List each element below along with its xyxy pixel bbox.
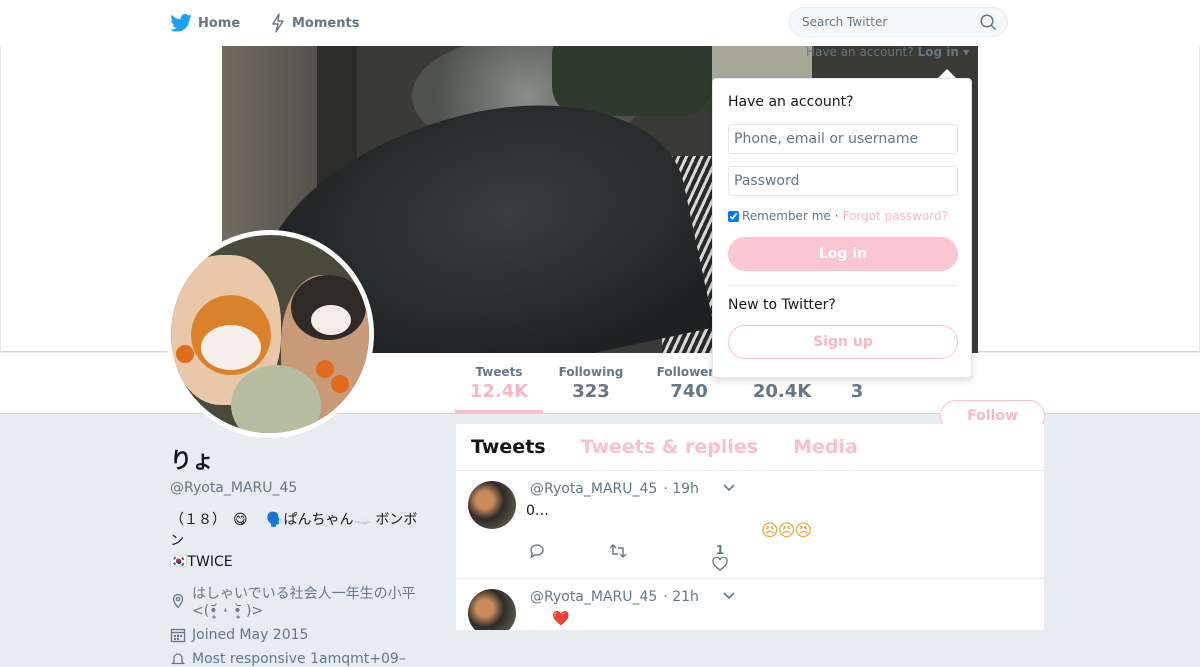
chevron-down-icon[interactable] [722,591,736,601]
caret-down-icon: ▾ [963,45,970,59]
top-navigation-bar: Home Moments [0,0,1200,47]
like-button[interactable]: 1 [712,543,728,571]
dropdown-arrow [938,69,956,78]
stat-likes-value: 20.4K [752,381,812,402]
separator-dot: · [834,209,839,223]
calendar-icon [170,628,186,643]
lightning-icon [272,13,284,33]
stat-following[interactable]: Following 323 [556,365,626,402]
twitter-bird-icon [170,14,192,32]
tab-tweets[interactable]: Tweets [471,436,546,458]
profile-location: はしゃいでいる社会人一年生の小平<(•̥̥̥᷄ ˔ •̥̥̥᷅ )> [170,583,440,619]
chevron-down-icon[interactable] [722,483,736,493]
profile-card: りょ @Ryota_MARU_45 （１８） 😋 🗣️ぱんちゃん☁️ ボンボン … [170,448,440,667]
tab-tweets-replies[interactable]: Tweets & replies [581,436,758,458]
like-count: 1 [715,543,725,557]
stat-tweets-label: Tweets [475,365,523,379]
nav-moments-label: Moments [292,15,360,31]
tweet-handle[interactable]: @Ryota_MARU_45 [530,589,657,605]
profile-location-text: はしゃいでいる社会人一年生の小平<(•̥̥̥᷄ ˔ •̥̥̥᷅ )> [192,586,416,619]
nav-home[interactable]: Home [170,0,240,46]
profile-bio-line1: （１８） 😋 🗣️ぱんちゃん☁️ ボンボン [170,512,418,549]
login-prompt: Have an account? Log in ▾ [806,45,969,59]
tweet-actions: 1 [526,543,826,571]
reply-button[interactable] [528,543,546,559]
tab-media[interactable]: Media [793,436,858,458]
search-box [789,7,1008,37]
location-pin-icon [172,593,184,609]
stat-tweets-value: 12.4K [469,381,529,402]
profile-responsive: Most responsive 1amqmt+09– [170,651,440,667]
timeline: Tweets Tweets & replies Media @Ryota_MAR… [456,424,1044,630]
tweet[interactable]: @Ryota_MARU_45 · 19h 0… 😣😣😣 1 [456,471,1044,579]
tweet-time[interactable]: · 21h [663,589,699,605]
profile-avatar[interactable] [166,230,374,438]
password-field[interactable] [728,166,958,196]
login-link-label: Log in [917,45,959,59]
profile-joined: Joined May 2015 [170,627,440,643]
signup-button[interactable]: Sign up [728,325,958,359]
retweet-icon [609,544,627,558]
tweet-time[interactable]: · 19h [663,481,699,497]
tweet-avatar[interactable] [468,481,516,529]
stat-following-value: 323 [572,381,610,402]
profile-name: りょ [170,449,215,474]
login-button[interactable]: Log in [728,237,958,271]
stat-followers-value: 740 [670,381,708,402]
stat-tweets[interactable]: Tweets 12.4K [455,365,543,413]
username-field[interactable] [728,124,958,154]
remember-me-checkbox[interactable] [728,210,739,222]
login-link[interactable]: Log in ▾ [918,45,970,59]
stat-lists-value: 3 [850,381,864,402]
new-to-twitter-text: New to Twitter? [728,297,836,313]
tweet-text: ❤️ [552,611,570,627]
profile-bio: （１８） 😋 🗣️ぱんちゃん☁️ ボンボン 🇰🇷TWICE [170,510,420,573]
remember-me-label: Remember me [742,209,831,223]
divider [728,285,958,286]
profile-handle[interactable]: @Ryota_MARU_45 [170,480,440,496]
search-icon[interactable] [980,14,997,31]
profile-bio-line2: 🇰🇷TWICE [170,554,233,570]
tweet-header: @Ryota_MARU_45 · 21h [530,589,699,605]
tweet-avatar[interactable] [468,589,516,630]
heart-icon [712,557,728,571]
tweet-text: 0… [526,503,549,519]
profile-joined-text: Joined May 2015 [192,627,309,643]
tweet-header: @Ryota_MARU_45 · 19h [530,481,699,497]
profile-responsive-text: Most responsive 1amqmt+09– [192,651,406,667]
tweet-emoji: 😣😣😣 [761,521,812,541]
search-input[interactable] [790,8,972,36]
login-dropdown: Have an account? Remember me · Forgot pa… [712,78,972,378]
bell-icon [170,653,186,665]
tweet-handle[interactable]: @Ryota_MARU_45 [530,481,657,497]
remember-row: Remember me · Forgot password? [728,209,948,223]
login-dropdown-title: Have an account? [728,94,854,110]
timeline-tabs: Tweets Tweets & replies Media [456,424,1044,471]
stat-following-label: Following [558,365,624,379]
nav-moments[interactable]: Moments [270,0,359,46]
tweet[interactable]: @Ryota_MARU_45 · 21h ❤️ [456,579,1044,630]
forgot-password-link[interactable]: Forgot password? [843,209,948,223]
retweet-button[interactable] [608,543,628,559]
login-prompt-text: Have an account? [806,45,914,59]
reply-icon [530,544,544,559]
nav-home-label: Home [198,15,241,31]
